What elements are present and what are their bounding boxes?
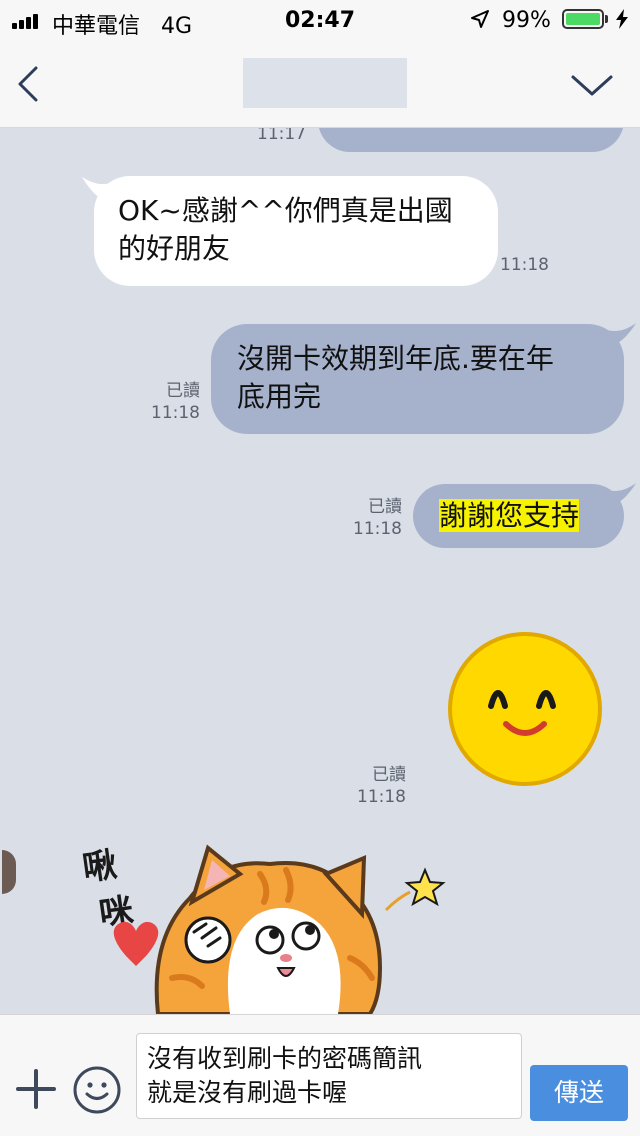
read-receipt: 已讀 [166,381,200,401]
message-time: 11:17 [257,128,306,144]
chevron-left-icon[interactable] [14,64,42,104]
message-bubble-partial[interactable] [318,128,624,152]
location-arrow-icon [471,10,489,28]
smiley-face-sticker[interactable] [446,630,604,788]
battery-fill [566,13,600,25]
avatar[interactable] [2,850,16,894]
battery-percentage: 99% [502,8,551,33]
message-time: 11:18 [500,255,549,275]
read-receipt: 已讀 [368,497,402,517]
message-time: 11:18 [353,519,402,539]
message-bubble-incoming[interactable]: OK~感謝^^你們真是出國 的好朋友 [94,176,498,286]
message-text-line: 底用完 [237,380,322,413]
message-text-highlighted: 謝謝您支持 [439,499,580,532]
message-meta: 已讀 11:18 [342,496,402,540]
charging-bolt-icon [616,9,628,29]
battery-icon [562,9,604,29]
chat-title[interactable] [243,58,407,108]
chevron-down-icon[interactable] [570,72,614,100]
message-text-line: 的好朋友 [118,232,231,265]
message-composer: 沒有收到刷卡的密碼簡訊 就是沒有刷過卡喔 傳送 [0,1014,640,1136]
chat-message-list[interactable]: 11:17 OK~感謝^^你們真是出國 的好朋友 11:18 沒開卡效期到年底.… [0,128,640,1014]
message-text-line: 沒開卡效期到年底.要在年 [237,342,554,375]
message-meta: 已讀 11:18 [140,380,200,424]
message-meta: 11:18 [500,254,556,276]
plus-icon[interactable] [14,1067,58,1111]
message-time: 11:18 [357,787,406,807]
message-bubble-outgoing[interactable]: 沒開卡效期到年底.要在年 底用完 [211,324,624,434]
message-time: 11:18 [151,403,200,423]
cat-illustration [113,844,446,1014]
status-bar: 中華電信 4G 02:47 99% [0,0,640,40]
message-input[interactable]: 沒有收到刷卡的密碼簡訊 就是沒有刷過卡喔 [136,1033,522,1119]
message-time-partial: 11:17 [244,128,306,145]
message-bubble-outgoing[interactable]: 謝謝您支持 [413,484,624,548]
emoji-icon[interactable] [72,1065,122,1115]
chat-header [0,40,640,128]
read-receipt: 已讀 [372,765,406,785]
orange-cat-sticker[interactable]: 啾 咪 [80,828,450,1014]
message-text-line: OK~感謝^^你們真是出國 [118,194,453,227]
send-button[interactable]: 傳送 [530,1065,628,1121]
battery-nub [605,15,608,23]
message-meta: 已讀 11:18 [346,764,406,808]
